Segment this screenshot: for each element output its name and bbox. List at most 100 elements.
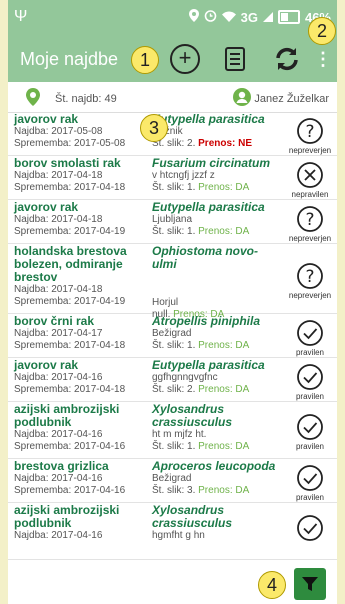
finding-latin-name: Aproceros leucopoda [152,459,276,473]
finding-row[interactable]: borov smolasti rak Najdba: 2017-04-18 Spre… [8,156,337,200]
annotation-marker-1: 1 [131,46,159,74]
status-bar: Ψ 3G 46% [8,0,337,36]
finding-latin-name: Eutypella parasitica [152,112,265,126]
finding-latin-name: crassiusculus [152,516,233,530]
transfer-status: Prenos: DA [198,182,250,193]
finding-modified-date: Sprememba: 2017-04-16 [14,485,126,496]
question-icon: ? [297,117,323,144]
transfer-status: Prenos: DA [198,441,250,452]
sync-button[interactable] [270,42,304,76]
finding-row[interactable]: javorov rak Najdba: 2017-04-16 Sprememba: … [8,358,337,402]
finding-photos-transfer: Št. slik: 2. Prenos: NE [152,138,282,150]
user-icon [233,88,251,106]
annotation-marker-3: 3 [140,114,168,142]
finding-modified-date: Sprememba: 2017-04-18 [14,384,126,395]
finding-latin-name: Eutypella parasitica [152,200,265,214]
finding-row[interactable]: javorov rak Najdba: 2017-05-08 Sprememba: … [8,112,337,156]
location-pin-icon [26,88,40,106]
finding-date: Najdba: 2017-04-17 [14,328,103,339]
question-icon: ? [297,205,323,232]
signal-icon [262,10,273,25]
plus-icon: + [170,44,200,74]
photo-count: Št. slik: 1. [152,226,196,237]
finding-status: pravilen [285,464,335,502]
finding-common-name: podlubnik [14,415,72,429]
question-icon: ? [297,262,323,289]
finding-date: Najdba: 2017-05-08 [14,126,103,137]
add-finding-button[interactable]: + [168,42,202,76]
finding-common-name: podlubnik [14,516,72,530]
finding-date: Najdba: 2017-04-18 [14,284,103,295]
check-icon [297,319,323,346]
finding-photos-transfer: Št. slik: 1. Prenos: DA [152,441,282,453]
finding-status: pravilen [285,319,335,357]
finding-modified-date: Sprememba: 2017-04-18 [14,340,126,351]
filter-button[interactable] [294,568,326,600]
photo-count: Št. slik: 3. [152,485,196,496]
finding-common-info: borov črni rak Najdba: 2017-04-17 Sprememb… [14,315,148,352]
finding-status: ? nepreverjen [285,262,335,300]
finding-row[interactable]: holandska brestova bolezen, odmiranje bres… [8,244,337,320]
finding-date: Najdba: 2017-04-16 [14,473,103,484]
alarm-icon [204,9,217,25]
finding-common-name: borov črni rak [14,314,95,328]
finding-date: Najdba: 2017-04-16 [14,372,103,383]
finding-modified-date: Sprememba: 2017-04-19 [14,296,126,307]
finding-species-info: Eutypella parasitica ggfhgnngvgfnc Št. sli… [152,359,282,396]
info-bar: Št. najdb: 49 Janez Žuželkar [8,84,337,113]
overflow-menu-button[interactable]: ⋮ [313,42,333,76]
finding-photos-transfer: Št. slik: 2. Prenos: DA [152,384,282,396]
finding-row[interactable]: azijski ambrozijski podlubnik Najdba: 2017… [8,503,337,560]
status-label: pravilen [295,442,324,451]
finding-common-info: javorov rak Najdba: 2017-04-16 Sprememba: … [14,359,148,396]
transfer-status: Prenos: DA [198,340,250,351]
finding-location: Rožnik [152,126,282,138]
finding-common-info: azijski ambrozijski podlubnik Najdba: 2017… [14,403,148,453]
finding-common-name: brestov [14,270,58,284]
finding-date: Najdba: 2017-04-16 [14,530,103,541]
finding-row[interactable]: javorov rak Najdba: 2017-04-18 Sprememba: … [8,200,337,244]
sync-icon [276,47,298,71]
finding-common-name: borov smolasti rak [14,156,121,170]
finding-species-info: Eutypella parasitica Ljubljana Št. slik: 1… [152,201,282,238]
finding-common-info: javorov rak Najdba: 2017-05-08 Sprememba: … [14,113,148,150]
annotation-marker-4: 4 [258,571,286,599]
app-title: Moje najdbe [20,49,119,69]
check-icon [297,464,323,491]
finding-modified-date: Sprememba: 2017-04-19 [14,226,126,237]
more-vert-icon: ⋮ [314,48,332,69]
network-type: 3G [240,9,258,25]
finding-common-name: javorov rak [14,200,79,214]
document-list-icon [225,47,245,71]
finding-modified-date: Sprememba: 2017-05-08 [14,138,126,149]
finding-location: hgmfht g hn [152,530,205,541]
finding-date: Najdba: 2017-04-18 [14,170,103,181]
finding-species-info: Xylosandrus crassiusculus ht m mjfz ht. Št.… [152,403,282,453]
battery-icon [277,10,300,24]
finding-common-info: javorov rak Najdba: 2017-04-18 Sprememba: … [14,201,148,238]
finding-location: ht m mjfz ht. [152,429,207,440]
finding-latin-name: Fusarium circinatum [152,156,271,170]
photo-count: Št. slik: 1. [152,340,196,351]
finding-photos-transfer: Št. slik: 1. Prenos: DA [152,226,282,238]
photo-count: Št. slik: 1. [152,182,196,193]
finding-latin-name: Eutypella parasitica [152,358,265,372]
finding-location: Bežigrad [152,473,192,484]
finding-common-name: javorov rak [14,112,79,126]
finding-species-info: Atropellis piniphila Bežigrad Št. slik: 1.… [152,315,282,352]
list-view-button[interactable] [218,42,252,76]
finding-row[interactable]: brestova grizlica Najdba: 2017-04-16 Sprem… [8,459,337,503]
finding-latin-name: Atropellis piniphila [152,314,261,328]
finding-location: Ljubljana [152,214,193,225]
svg-text:?: ? [305,267,314,287]
wifi-icon [221,10,236,25]
finding-row[interactable]: azijski ambrozijski podlubnik Najdba: 2017… [8,402,337,459]
findings-list: javorov rak Najdba: 2017-05-08 Sprememba: … [8,112,337,560]
finding-row[interactable]: borov črni rak Najdba: 2017-04-17 Sprememb… [8,314,337,358]
transfer-status: Prenos: NE [198,138,253,149]
finding-status: ? nepreverjen [285,205,335,243]
finding-modified-date: Sprememba: 2017-04-18 [14,182,126,193]
photo-count: Št. slik: 1. [152,441,196,452]
finding-date: Najdba: 2017-04-18 [14,214,103,225]
svg-text:?: ? [305,122,314,142]
